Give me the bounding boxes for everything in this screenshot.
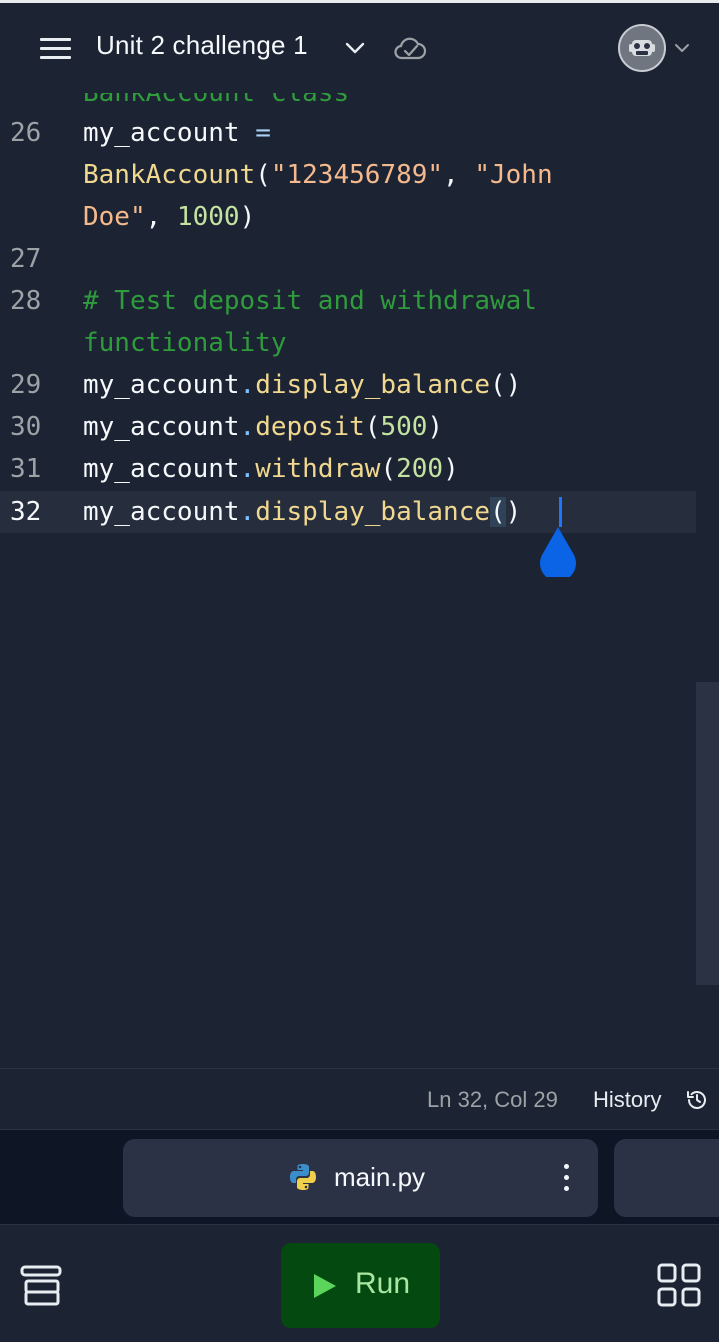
- history-icon[interactable]: [685, 1088, 709, 1112]
- tab-next[interactable]: [614, 1139, 719, 1217]
- line-number: 27: [10, 244, 42, 274]
- avatar-image: [620, 26, 664, 70]
- line-number: 29: [10, 370, 42, 400]
- history-button[interactable]: History: [593, 1087, 661, 1113]
- code-line: my_account.withdraw(200): [83, 454, 459, 484]
- repl-title[interactable]: Unit 2 challenge 1: [96, 30, 308, 61]
- run-label: Run: [355, 1267, 411, 1300]
- tab-main-py[interactable]: main.py: [123, 1139, 598, 1217]
- user-avatar[interactable]: [618, 24, 666, 72]
- app-header: Unit 2 challenge 1: [0, 3, 719, 93]
- code-line-wrap: BankAccount("123456789", "John: [83, 160, 553, 190]
- line-number: 30: [10, 412, 42, 442]
- text-caret: [559, 497, 562, 527]
- line-number-active: 32: [10, 497, 42, 527]
- code-line: my_account.display_balance(): [83, 370, 522, 400]
- python-icon: [290, 1164, 316, 1190]
- file-tabs-bar: main.py: [0, 1129, 719, 1224]
- code-editor[interactable]: BankAccount class 26 my_account = BankAc…: [0, 93, 719, 1068]
- status-bar: Ln 32, Col 29 History: [0, 1068, 719, 1129]
- cursor-handle[interactable]: [538, 525, 578, 577]
- cursor-position: Ln 32, Col 29: [427, 1087, 558, 1112]
- scrollbar-thumb[interactable]: [696, 682, 719, 985]
- code-comment-wrap: functionality: [83, 328, 287, 358]
- chevron-down-icon[interactable]: [344, 37, 366, 59]
- tab-label: main.py: [334, 1162, 426, 1192]
- chevron-down-icon[interactable]: [674, 40, 690, 56]
- hamburger-icon[interactable]: [40, 38, 72, 60]
- code-line-active: my_account.display_balance(): [83, 497, 522, 527]
- code-line-partial: BankAccount class: [83, 93, 350, 108]
- line-number: 31: [10, 454, 42, 484]
- code-line: my_account.deposit(500): [83, 412, 444, 442]
- code-line: my_account =: [83, 118, 271, 148]
- line-number: 28: [10, 286, 42, 316]
- code-comment: # Test deposit and withdrawal: [83, 286, 537, 316]
- play-icon: [314, 1274, 336, 1298]
- layers-icon[interactable]: [20, 1265, 62, 1307]
- cloud-check-icon[interactable]: [393, 36, 427, 62]
- line-number: 26: [10, 118, 42, 148]
- kebab-menu-icon[interactable]: [563, 1164, 571, 1192]
- bottom-toolbar: Run: [0, 1224, 719, 1342]
- grid-icon[interactable]: [657, 1263, 701, 1307]
- run-button[interactable]: Run: [281, 1243, 440, 1328]
- code-line-wrap: Doe", 1000): [83, 202, 256, 232]
